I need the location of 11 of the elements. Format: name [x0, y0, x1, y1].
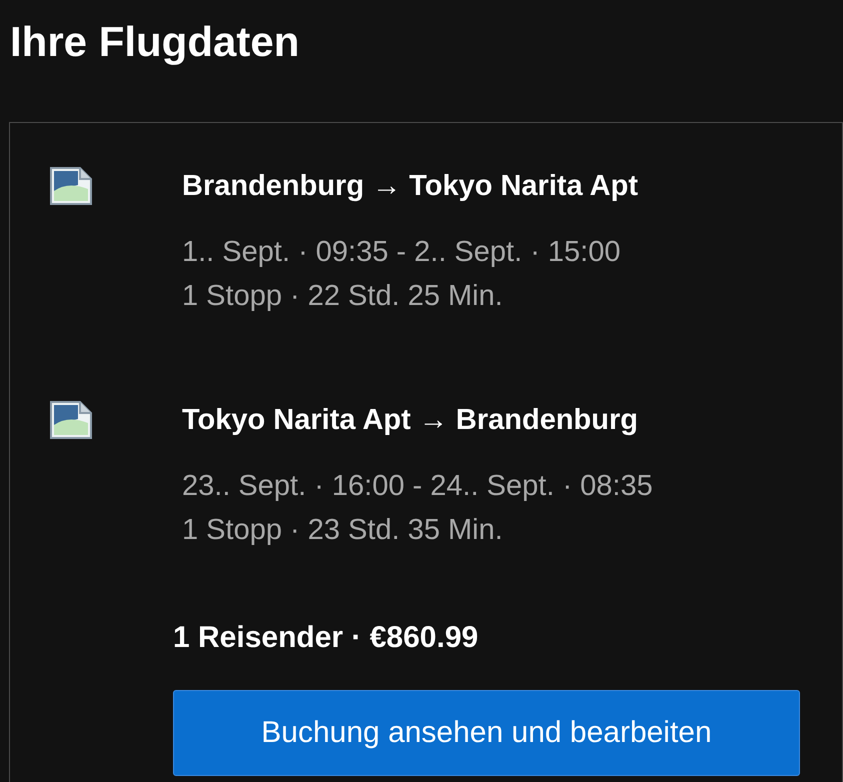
flight-stops: 1 Stopp · 23 Std. 35 Min.: [182, 513, 504, 548]
price-summary: 1 Reisender · €860.99: [173, 620, 480, 656]
broken-image-icon: [50, 167, 92, 205]
flight-route: Brandenburg → Tokyo Narita Apt: [182, 169, 638, 204]
flight-route: Tokyo Narita Apt → Brandenburg: [182, 403, 639, 438]
flight-stops: 1 Stopp · 22 Std. 25 Min.: [182, 279, 504, 314]
view-booking-button[interactable]: Buchung ansehen und bearbeiten: [173, 690, 800, 776]
broken-image-icon: [50, 401, 92, 439]
flight-times: 1.. Sept. · 09:35 - 2.. Sept. · 15:00: [182, 235, 622, 270]
flight-times: 23.. Sept. · 16:00 - 24.. Sept. · 08:35: [182, 469, 653, 504]
page-title: Ihre Flugdaten: [9, 17, 300, 67]
